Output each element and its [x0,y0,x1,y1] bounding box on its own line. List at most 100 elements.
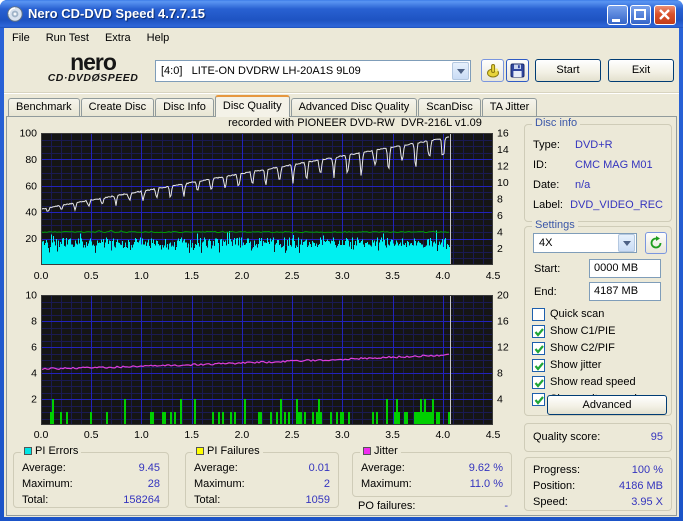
svg-text:3.5: 3.5 [385,270,400,282]
menu-extra[interactable]: Extra [97,29,139,46]
pi-errors-swatch-icon [24,447,32,455]
jitter-average-value: 9.62 % [468,462,503,474]
tab-advanced-disc-quality[interactable]: Advanced Disc Quality [290,98,418,117]
svg-text:100: 100 [19,128,37,140]
svg-text:4: 4 [497,227,503,239]
chevron-down-icon[interactable] [452,62,469,80]
svg-text:80: 80 [25,154,37,166]
pif-maximum-label: Maximum: [194,478,245,490]
checked-checkbox-icon[interactable] [532,392,545,406]
jitter-caption: Jitter [360,445,401,458]
pi-errors-caption: PI Errors [21,445,82,458]
svg-text:0.5: 0.5 [84,429,99,440]
jitter-swatch-icon [363,447,371,455]
settings-group: Settings 4X Start: 0000 MB End: 4187 MB … [524,219,673,416]
pif-average-label: Average: [194,462,238,474]
eject-button[interactable] [481,59,504,82]
svg-text:4: 4 [31,368,37,380]
svg-text:10: 10 [25,290,37,302]
tab-ta-jitter[interactable]: TA Jitter [481,98,538,117]
svg-text:0.5: 0.5 [84,270,99,282]
advanced-button[interactable]: Advanced [547,395,667,415]
pif-jitter-chart: 2 4 6 8 10 4 8 12 16 20 0.0 0.5 1.0 1.5 2.0 2.5 3.0 3.5 4.… [25,290,509,441]
po-failures-label: PO failures: [358,500,416,512]
tab-disc-quality[interactable]: Disc Quality [214,95,290,117]
checkbox-show-c2-pif[interactable]: Show C2/PIF [532,340,673,356]
svg-text:10: 10 [497,177,509,189]
menu-file[interactable]: File [4,29,38,46]
tab-scandisc[interactable]: ScanDisc [418,98,481,117]
menu-run-test[interactable]: Run Test [38,29,97,46]
checked-checkbox-icon[interactable] [532,341,545,355]
disc-info-group: Disc info Type: DVD+R ID: CMC MAG M01 Date… [524,117,672,222]
refresh-icon [650,236,662,249]
disc-id-value: CMC MAG M01 [575,159,653,171]
disc-type-value: DVD+R [575,139,613,151]
settings-caption: Settings [532,219,578,232]
svg-text:14: 14 [497,144,509,156]
jitter-maximum-value: 11.0 % [469,478,503,490]
checkbox-show-jitter[interactable]: Show jitter [532,357,673,373]
svg-text:20: 20 [497,290,509,302]
checkbox-show-read-speed[interactable]: Show read speed [532,374,673,390]
floppy-save-icon [510,63,525,78]
end-mb-field[interactable]: 4187 MB [589,282,661,301]
title-bar[interactable]: Nero CD-DVD Speed 4.7.7.15 [0,0,683,28]
tab-benchmark[interactable]: Benchmark [8,98,80,117]
checked-checkbox-icon[interactable] [532,324,545,338]
checked-checkbox-icon[interactable] [532,358,545,372]
speed-label: Speed: [533,496,568,508]
cd-dvd-speed-logo-text: CD·DVDØSPEED [47,72,139,84]
save-button[interactable] [506,59,529,82]
pie-maximum-value: 28 [147,478,160,490]
pie-maximum-label: Maximum: [22,478,73,490]
svg-text:1.0: 1.0 [134,270,149,282]
quality-score-label: Quality score: [533,431,601,443]
disc-info-caption: Disc info [532,117,581,130]
minimize-button[interactable] [607,5,628,25]
speed-value: 3.95 X [631,496,663,508]
tab-strip: Benchmark Create Disc Disc Info Disc Qualit… [8,95,538,117]
svg-text:6: 6 [497,210,503,222]
refresh-button[interactable] [645,232,667,254]
svg-text:2.0: 2.0 [235,270,250,282]
tab-create-disc[interactable]: Create Disc [80,98,155,117]
pie-total-value: 158264 [123,494,160,506]
svg-text:4.5: 4.5 [486,270,501,282]
close-button[interactable] [654,5,676,25]
jitter-average-label: Average: [361,462,405,474]
checkbox-label: Quick scan [550,308,605,320]
checked-checkbox-icon[interactable] [532,375,545,389]
svg-text:1.5: 1.5 [184,429,199,440]
disc-date-value: n/a [575,179,591,191]
svg-text:4: 4 [497,394,503,406]
scan-speed-select[interactable]: 4X [533,233,637,253]
start-button[interactable]: Start [535,59,601,82]
pie-write-speed-chart: 20 40 60 80 100 2 4 6 8 10 12 14 16 0.0 0.5 1.0 1.5 2.0 2.… [19,128,509,283]
svg-text:12: 12 [497,342,509,354]
exit-button[interactable]: Exit [608,59,674,82]
svg-text:0.0: 0.0 [34,429,49,440]
svg-text:16: 16 [497,316,509,328]
checkbox-quick-scan[interactable]: Quick scan [532,306,673,322]
position-label: Position: [533,480,576,492]
checkbox-show-c1-pie[interactable]: Show C1/PIE [532,323,673,339]
svg-text:4.5: 4.5 [486,429,501,440]
checkbox-label: Show C2/PIF [550,342,615,354]
maximize-button[interactable] [630,5,651,25]
nero-logo: nero CD·DVDØSPEED [32,51,154,85]
svg-text:8: 8 [31,316,37,328]
chevron-down-icon[interactable] [618,234,635,252]
menu-help[interactable]: Help [139,29,178,46]
pif-total-value: 1059 [305,494,330,506]
svg-text:3.5: 3.5 [385,429,400,440]
disc-id-label: ID: [533,159,548,171]
start-mb-field[interactable]: 0000 MB [589,259,661,278]
unchecked-checkbox-icon[interactable] [532,307,545,321]
tab-disc-info[interactable]: Disc Info [155,98,214,117]
pif-average-value: 0.01 [308,462,330,474]
svg-text:1.5: 1.5 [184,270,199,282]
drive-select[interactable]: [4:0] LITE-ON DVDRW LH-20A1S 9L09 [155,60,471,82]
po-failures-row: PO failures: - [354,499,512,513]
menu-bar: File Run Test Extra Help [4,29,679,48]
